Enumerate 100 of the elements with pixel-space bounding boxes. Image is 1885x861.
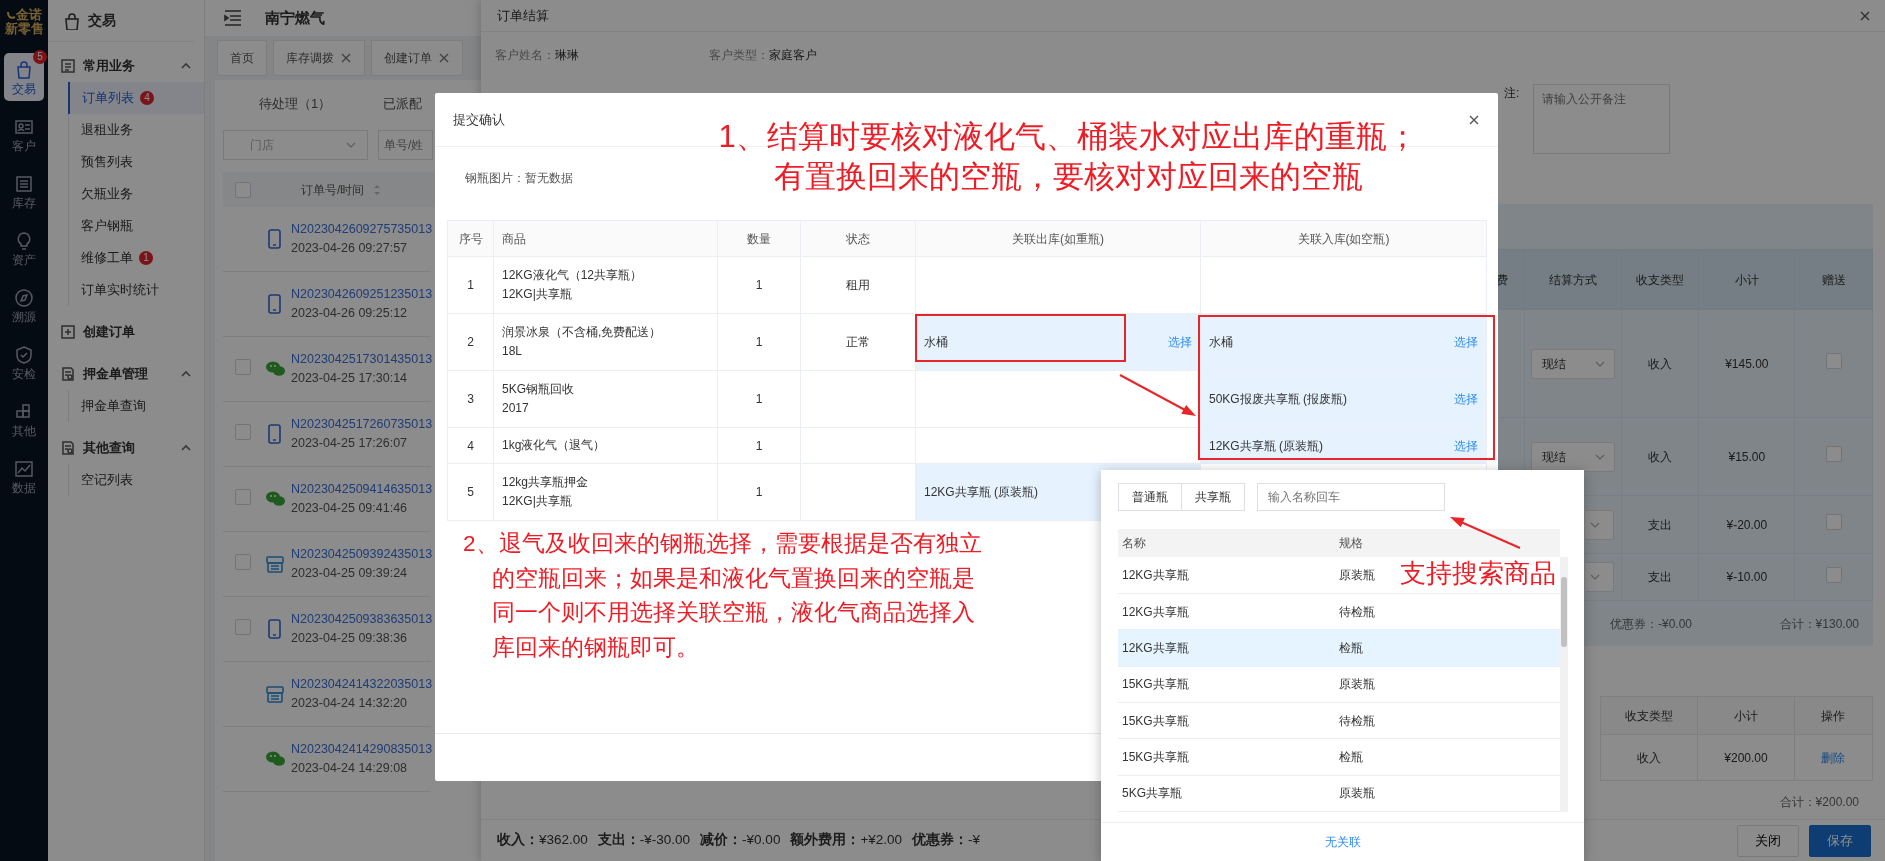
close-icon <box>438 52 450 64</box>
row-checkbox[interactable] <box>235 358 251 375</box>
table-cell: 租用 <box>800 256 916 314</box>
product-spec: 18L <box>502 343 524 360</box>
bottle-option[interactable]: 15KG共享瓶 <box>1118 738 1335 776</box>
bottle-option[interactable]: 12KG共享瓶 <box>1118 593 1335 630</box>
photo-label: 钢瓶图片：暂无数据 <box>465 171 573 185</box>
page-tab[interactable]: 首页 <box>217 40 267 76</box>
bottle-option[interactable]: 15KG共享瓶 <box>1118 666 1335 703</box>
nav-rail-item[interactable]: 数据 <box>4 452 44 500</box>
nav-rail-item[interactable]: 其他 <box>4 395 44 443</box>
order-row[interactable]: N2023042414322035013 2023-04-24 14:32:20 <box>223 662 431 727</box>
order-row[interactable]: N2023042517301435013 2023-04-25 17:30:14 <box>223 337 431 402</box>
gift-checkbox[interactable] <box>1825 566 1842 583</box>
select-all-checkbox[interactable] <box>235 181 251 198</box>
order-number-link[interactable]: N2023042509383635013 <box>291 610 433 629</box>
nav-rail-item[interactable]: 客户 <box>4 110 44 158</box>
order-row[interactable]: N2023042609251235013 2023-04-26 09:25:12 <box>223 272 431 337</box>
close-icon[interactable] <box>1468 113 1480 126</box>
bottle-option[interactable]: 12KG共享瓶 <box>1118 557 1335 594</box>
gift-checkbox[interactable] <box>1825 353 1842 369</box>
bottle-spec: 原装瓶 <box>1339 786 1375 801</box>
menu-item[interactable]: 订单列表 4 <box>68 82 204 114</box>
swoosh-logo-icon <box>6 9 16 21</box>
settlement-select[interactable]: 现结 <box>1530 348 1615 379</box>
select-link[interactable]: 选择 <box>1168 333 1192 351</box>
nav-rail-item[interactable]: 安检 <box>4 338 44 386</box>
row-checkbox[interactable] <box>235 553 251 570</box>
order-row[interactable]: N2023042509414635013 2023-04-25 09:41:46 <box>223 467 431 532</box>
settlement-select[interactable]: 现结 <box>1530 441 1615 472</box>
menu-item[interactable]: 退租业务 <box>69 114 204 146</box>
gift-checkbox[interactable] <box>1825 446 1842 462</box>
line-chart-icon <box>14 458 34 479</box>
order-row[interactable]: N2023042414290835013 2023-04-24 14:29:08 <box>223 727 431 792</box>
bottle-option[interactable]: 5KG共享瓶 <box>1118 775 1335 812</box>
nav-rail-item[interactable]: 资产 <box>4 224 44 272</box>
select-link[interactable]: 选择 <box>1454 436 1478 455</box>
close-button[interactable]: 关闭 <box>1737 824 1799 857</box>
select-link[interactable]: 选择 <box>1454 390 1478 408</box>
table-cell: ¥200.00 <box>1697 734 1795 781</box>
menu-item[interactable]: 订单实时统计 <box>69 274 204 306</box>
select-link[interactable]: 选择 <box>1454 333 1478 351</box>
order-row[interactable]: N2023042509383635013 2023-04-25 09:38:36 <box>223 597 431 662</box>
gift-checkbox[interactable] <box>1825 514 1842 530</box>
column-header: 关联入库(如空瓶) <box>1200 220 1487 257</box>
nav-rail-item[interactable]: 交易 5 <box>4 53 44 101</box>
nav-rail-item[interactable]: 溯源 <box>4 281 44 329</box>
bottle-type-tab[interactable]: 普通瓶 <box>1118 483 1182 511</box>
order-number-link[interactable]: N2023042609275735013 <box>291 220 433 239</box>
order-number-link[interactable]: N2023042517260735013 <box>291 415 433 434</box>
row-checkbox[interactable] <box>235 618 251 635</box>
linked-item-name: 12KG共享瓶 (原装瓶) <box>1209 437 1323 455</box>
chat-bubbles-icon <box>265 749 285 769</box>
menu-item[interactable]: 预售列表 <box>69 146 204 178</box>
menu-item[interactable]: 客户钢瓶 <box>69 210 204 242</box>
menu-group[interactable]: 创建订单 <box>48 316 204 348</box>
no-link-option[interactable]: 无关联 <box>1324 833 1361 851</box>
menu-group[interactable]: 押金单管理 <box>48 358 204 390</box>
dialog-title: 提交确认 <box>453 110 505 129</box>
search-field[interactable]: 输入名称回车 <box>1257 483 1445 511</box>
row-checkbox[interactable] <box>235 423 251 440</box>
order-number-link[interactable]: N2023042509414635013 <box>291 480 433 499</box>
menu-item[interactable]: 欠瓶业务 <box>69 178 204 210</box>
remark-field[interactable]: 请输入公开备注 <box>1533 84 1671 154</box>
nav-rail-item[interactable]: 库存 <box>4 167 44 215</box>
status-tab[interactable]: 待处理（1） <box>259 94 332 122</box>
column-header: 小计 <box>1699 249 1795 310</box>
column-header: 收支类型 <box>1621 249 1699 310</box>
page-tab[interactable]: 创建订单 <box>371 40 463 76</box>
row-checkbox[interactable] <box>235 488 251 505</box>
order-row[interactable]: N2023042509392435013 2023-04-25 09:39:24 <box>223 532 431 597</box>
order-row[interactable]: N2023042609275735013 2023-04-26 09:27:57 <box>223 207 431 272</box>
column-header: 商品 <box>493 220 718 257</box>
status-tab[interactable]: 已派配 <box>383 94 423 122</box>
search-field[interactable]: 单号/姓 <box>378 130 433 160</box>
bottle-option[interactable]: 12KG共享瓶 <box>1118 629 1335 667</box>
menu-group[interactable]: 其他查询 <box>48 432 204 464</box>
settlement-select[interactable] <box>1584 509 1614 540</box>
menu-item[interactable]: 维修工单 1 <box>69 242 204 274</box>
menu-item[interactable]: 空记列表 <box>69 464 204 496</box>
order-row[interactable]: N2023042517260735013 2023-04-25 17:26:07 <box>223 402 431 467</box>
bottle-type-tab[interactable]: 共享瓶 <box>1182 483 1245 511</box>
page-tab[interactable]: 库存调拨 <box>273 40 365 76</box>
settlement-select[interactable] <box>1584 562 1614 592</box>
order-number-link[interactable]: N2023042414322035013 <box>291 675 433 694</box>
delete-link[interactable]: 删除 <box>1821 750 1846 765</box>
order-number-link[interactable]: N2023042609251235013 <box>291 285 433 304</box>
menu-item[interactable]: 押金单查询 <box>69 390 204 422</box>
order-number-link[interactable]: N2023042517301435013 <box>291 350 433 369</box>
order-number-link[interactable]: N2023042414290835013 <box>291 740 433 759</box>
menu-group[interactable]: 常用业务 <box>48 50 204 82</box>
document-search-icon <box>60 366 76 382</box>
bottle-option[interactable]: 15KG共享瓶 <box>1118 702 1335 739</box>
chat-bubbles-icon <box>265 359 285 379</box>
save-button[interactable]: 保存 <box>1809 824 1871 857</box>
order-number-link[interactable]: N2023042509392435013 <box>291 545 433 564</box>
table-cell: 2 <box>447 313 494 371</box>
close-icon[interactable] <box>1859 9 1871 22</box>
table-cell: ¥15.00 <box>1699 417 1795 496</box>
annotation-text: 支持搜索商品 <box>1400 557 1557 589</box>
